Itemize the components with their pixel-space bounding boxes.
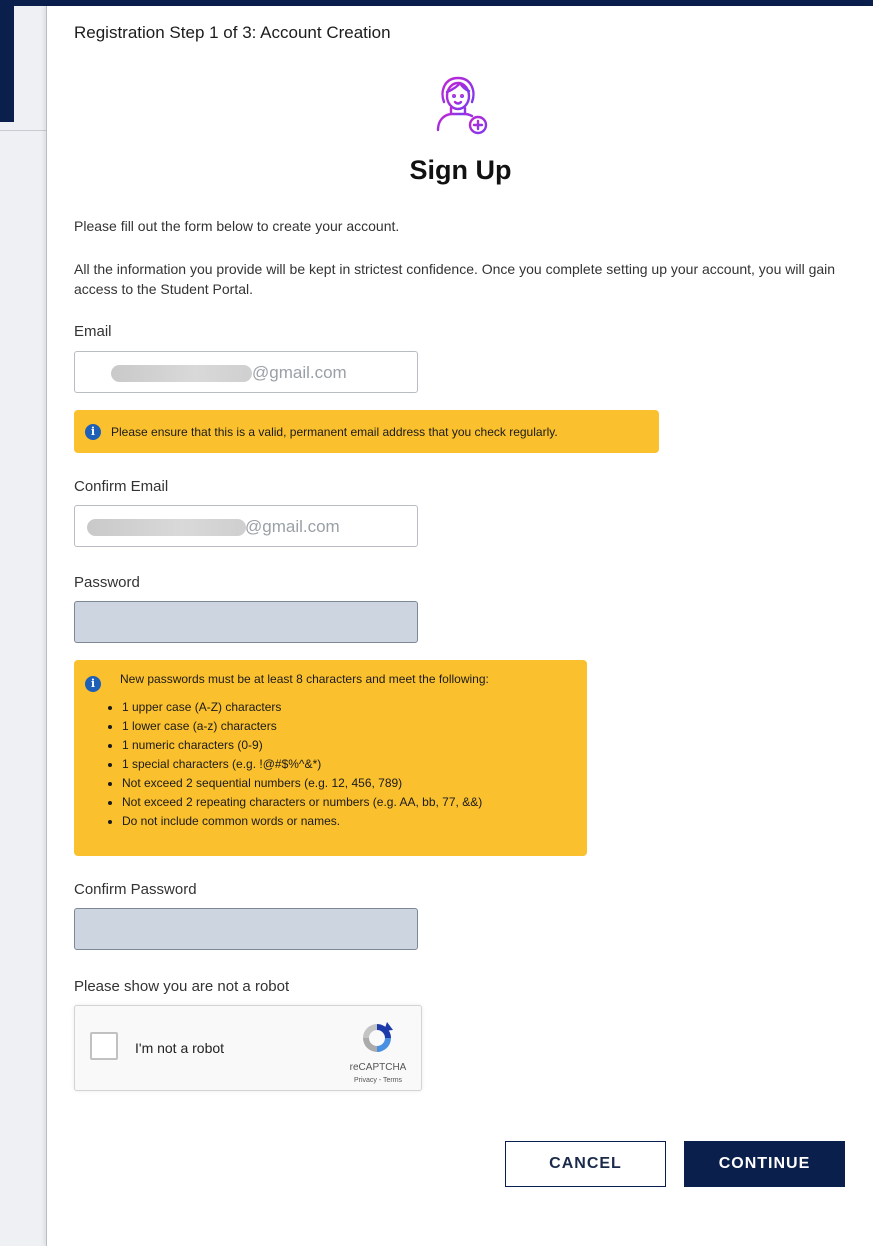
email-notice: i Please ensure that this is a valid, pe… <box>74 410 659 453</box>
redacted-text <box>87 519 246 536</box>
password-rules-list: 1 upper case (A-Z) characters 1 lower ca… <box>92 698 482 831</box>
backdrop-header-block <box>0 0 14 122</box>
captcha-label: Please show you are not a robot <box>74 978 290 995</box>
password-rules-notice: i New passwords must be at least 8 chara… <box>74 660 587 856</box>
backdrop-left <box>0 0 46 1246</box>
backdrop-divider <box>0 130 46 131</box>
password-input[interactable] <box>74 601 418 643</box>
confirm-email-input[interactable]: @gmail.com <box>74 505 418 547</box>
recaptcha-brand: reCAPTCHA <box>349 1062 407 1073</box>
step-title: Registration Step 1 of 3: Account Creati… <box>74 23 391 42</box>
recaptcha-label: I'm not a robot <box>135 1040 225 1056</box>
confirm-password-input[interactable] <box>74 908 418 950</box>
password-rule: 1 special characters (e.g. !@#$%^&*) <box>122 755 482 774</box>
email-input[interactable]: @gmail.com <box>74 351 418 393</box>
info-icon: i <box>85 676 101 692</box>
password-rules-intro: New passwords must be at least 8 charact… <box>120 672 489 686</box>
redacted-text <box>111 365 252 382</box>
continue-button[interactable]: CONTINUE <box>684 1141 845 1187</box>
info-icon: i <box>85 424 101 440</box>
page-heading: Sign Up <box>409 155 512 185</box>
email-label: Email <box>74 323 112 340</box>
confirm-password-label: Confirm Password <box>74 881 197 898</box>
recaptcha-widget: I'm not a robot reCAPTCHA Privacy - Term… <box>74 1005 422 1091</box>
password-rule: Do not include common words or names. <box>122 812 482 831</box>
password-label: Password <box>74 574 140 591</box>
password-rule: 1 numeric characters (0-9) <box>122 736 482 755</box>
registration-modal: Registration Step 1 of 3: Account Creati… <box>46 6 873 1246</box>
confidentiality-text: All the information you provide will be … <box>74 261 836 297</box>
confirm-email-label: Confirm Email <box>74 478 169 495</box>
password-rule: 1 lower case (a-z) characters <box>122 717 482 736</box>
recaptcha-checkbox[interactable] <box>90 1032 118 1060</box>
recaptcha-logo-icon <box>363 1022 393 1052</box>
password-rule: 1 upper case (A-Z) characters <box>122 698 482 717</box>
intro-text: Please fill out the form below to create… <box>74 218 400 234</box>
user-add-icon <box>436 76 488 135</box>
password-rule: Not exceed 2 repeating characters or num… <box>122 793 482 812</box>
email-notice-text: Please ensure that this is a valid, perm… <box>111 425 558 439</box>
confirm-email-domain: @gmail.com <box>245 517 340 536</box>
password-rule: Not exceed 2 sequential numbers (e.g. 12… <box>122 774 482 793</box>
cancel-button[interactable]: CANCEL <box>505 1141 666 1187</box>
recaptcha-terms-link[interactable]: Privacy - Terms <box>337 1077 419 1084</box>
email-domain: @gmail.com <box>252 363 347 382</box>
